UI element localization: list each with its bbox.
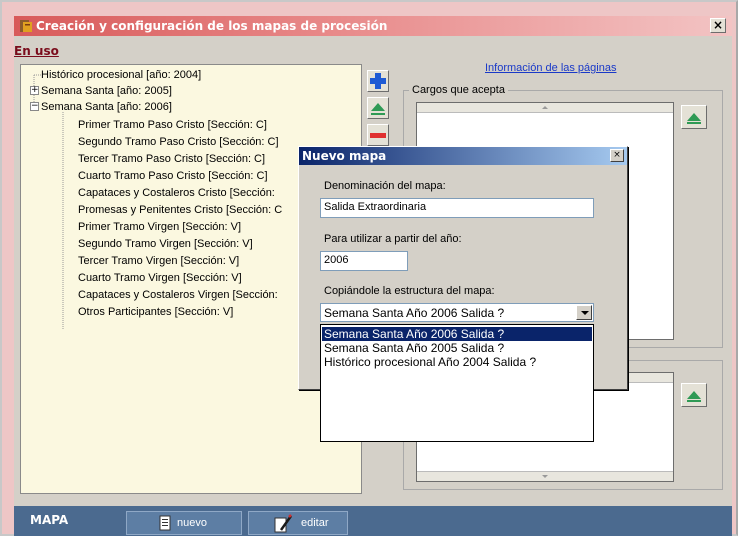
mapa-label: MAPA (30, 513, 69, 527)
anio-label: Para utilizar a partir del año: (324, 233, 462, 245)
up-arrow-icon (371, 103, 385, 115)
editar-label: editar (301, 517, 329, 529)
bottom-toolbar (14, 506, 732, 536)
tree-expander-plus[interactable]: + (30, 86, 39, 95)
tree-item[interactable]: Tercer Tramo Virgen [Sección: V] (78, 255, 239, 267)
copy-structure-select[interactable]: Semana Santa Año 2006 Salida ? (320, 303, 594, 322)
select-value: Semana Santa Año 2006 Salida ? (324, 306, 505, 320)
anio-input[interactable]: 2006 (320, 251, 408, 271)
tree-item[interactable]: Capataces y Costaleros Virgen [Sección: (78, 289, 278, 301)
scroll-down-button[interactable] (417, 471, 673, 481)
dropdown-option[interactable]: Histórico procesional Año 2004 Salida ? (322, 355, 592, 369)
dropdown-arrow-button[interactable] (576, 305, 592, 320)
tree-item[interactable]: Primer Tramo Virgen [Sección: V] (78, 221, 241, 233)
editar-button[interactable]: editar (248, 511, 348, 535)
title-bar[interactable]: Creación y configuración de los mapas de… (14, 16, 732, 36)
tree-item[interactable]: Cuarto Tramo Paso Cristo [Sección: C] (78, 170, 268, 182)
new-document-icon (159, 515, 171, 531)
cargos-label: Cargos que acepta (409, 84, 508, 96)
tree-item[interactable]: Segundo Tramo Paso Cristo [Sección: C] (78, 136, 279, 148)
denominacion-input[interactable]: Salida Extraordinaria (320, 198, 594, 218)
tree-item[interactable]: Segundo Tramo Virgen [Sección: V] (78, 238, 253, 250)
tree-item[interactable]: Semana Santa [año: 2006] (41, 101, 172, 113)
lower-up-button[interactable] (681, 383, 707, 407)
tree-item[interactable]: Capataces y Costaleros Cristo [Sección: (78, 187, 275, 199)
app-icon (20, 20, 32, 32)
tree-item[interactable]: Cuarto Tramo Virgen [Sección: V] (78, 272, 242, 284)
minus-icon (370, 133, 386, 138)
dropdown-option[interactable]: Semana Santa Año 2006 Salida ? (322, 327, 592, 341)
dropdown-option[interactable]: Semana Santa Año 2005 Salida ? (322, 341, 592, 355)
plus-icon (370, 73, 386, 89)
edit-pencil-icon (274, 514, 293, 533)
tree-item[interactable]: Primer Tramo Paso Cristo [Sección: C] (78, 119, 267, 131)
up-arrow-icon (687, 391, 701, 402)
tree-item[interactable]: Histórico procesional [año: 2004] (41, 69, 201, 81)
nuevo-label: nuevo (177, 517, 207, 529)
tree-item[interactable]: Promesas y Penitentes Cristo [Sección: C (78, 204, 282, 216)
move-up-button[interactable] (367, 97, 389, 119)
dialog-title: Nuevo mapa (302, 149, 387, 163)
dialog-close-button[interactable]: × (610, 149, 624, 162)
info-pages-link[interactable]: Información de las páginas (485, 62, 616, 74)
window-close-button[interactable]: × (710, 18, 726, 33)
tree-item[interactable]: Otros Participantes [Sección: V] (78, 306, 233, 318)
copiar-label: Copiándole la estructura del mapa: (324, 285, 495, 297)
scroll-up-icon (542, 106, 548, 109)
denominacion-label: Denominación del mapa: (324, 180, 446, 192)
tree-item[interactable]: Tercer Tramo Paso Cristo [Sección: C] (78, 153, 265, 165)
nuevo-button[interactable]: nuevo (126, 511, 242, 535)
tree-expander-minus[interactable]: − (30, 102, 39, 111)
scroll-down-icon (542, 475, 548, 478)
dialog-title-bar[interactable]: Nuevo mapa × (299, 147, 627, 165)
en-uso-label[interactable]: En uso (14, 44, 59, 58)
add-map-button[interactable] (367, 70, 389, 92)
up-arrow-icon (687, 113, 701, 124)
tree-item[interactable]: Semana Santa [año: 2005] (41, 85, 172, 97)
copy-structure-options[interactable]: Semana Santa Año 2006 Salida ? Semana Sa… (320, 324, 594, 442)
scroll-up-button[interactable] (417, 103, 673, 113)
window-title: Creación y configuración de los mapas de… (36, 19, 388, 33)
cargos-up-button[interactable] (681, 105, 707, 129)
remove-map-button[interactable] (367, 124, 389, 146)
